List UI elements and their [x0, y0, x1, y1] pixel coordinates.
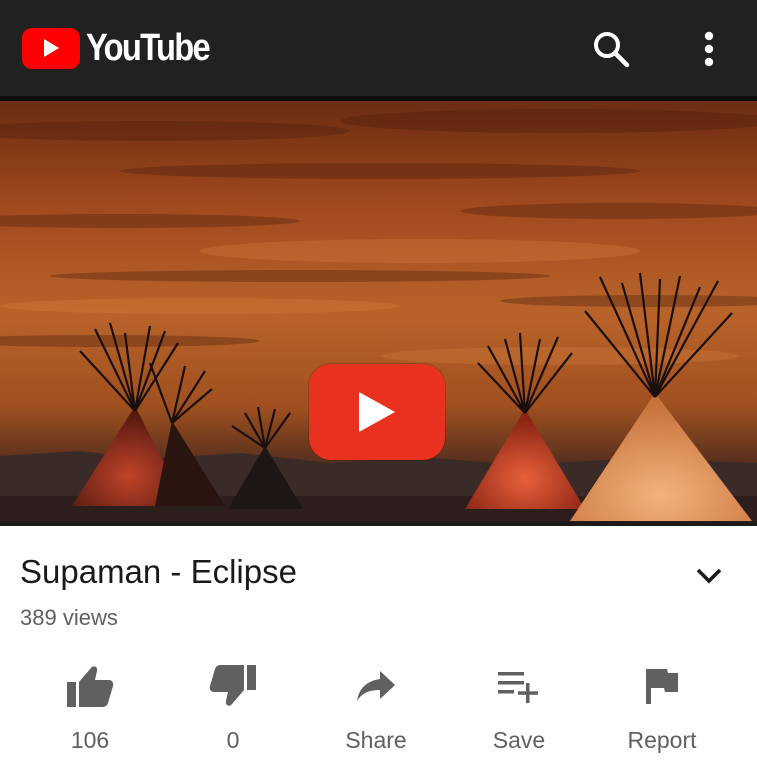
report-button[interactable]: Report	[602, 655, 722, 755]
app-name: YouTube	[86, 26, 211, 69]
search-button[interactable]	[588, 26, 634, 72]
chevron-down-icon	[696, 568, 722, 584]
youtube-play-logo-icon	[22, 27, 80, 69]
share-button[interactable]: Share	[316, 655, 436, 755]
dislike-count: 0	[226, 727, 240, 753]
player-border	[0, 522, 757, 526]
like-count: 106	[70, 727, 110, 753]
view-count: 389 views	[20, 605, 118, 630]
video-title: Supaman - Eclipse	[20, 553, 297, 590]
thumb-down-icon	[209, 665, 256, 706]
like-button[interactable]: 106	[30, 655, 150, 755]
play-button[interactable]	[309, 364, 445, 460]
top-app-bar: YouTube	[0, 0, 757, 96]
flag-icon	[646, 669, 678, 704]
report-label: Report	[627, 727, 697, 753]
save-button[interactable]: Save	[459, 655, 579, 755]
playlist-add-icon	[498, 672, 538, 703]
youtube-logo[interactable]: YouTube	[22, 26, 229, 70]
video-thumbnail	[0, 101, 757, 524]
video-player[interactable]	[0, 101, 757, 524]
action-row: 106 0 Share Save Report	[0, 655, 757, 755]
dislike-button[interactable]: 0	[173, 655, 293, 755]
expand-description-button[interactable]	[690, 559, 728, 593]
thumb-up-icon	[67, 666, 114, 707]
search-icon	[594, 32, 630, 68]
more-vert-icon	[704, 31, 714, 67]
share-icon	[357, 671, 395, 701]
save-label: Save	[492, 727, 546, 753]
play-icon	[359, 392, 395, 432]
more-options-button[interactable]	[688, 26, 730, 72]
share-label: Share	[345, 727, 407, 753]
